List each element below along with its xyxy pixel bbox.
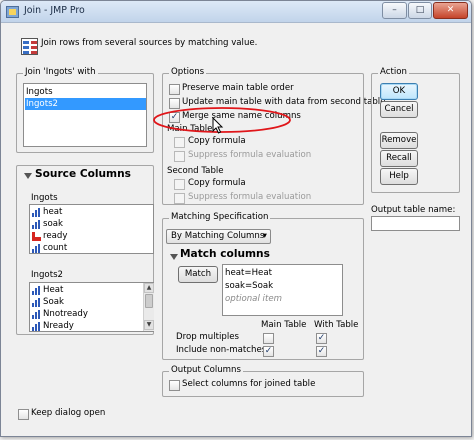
list-item[interactable]: Nnotready: [43, 308, 88, 320]
ok-button[interactable]: OK: [380, 83, 418, 100]
second-suppress-formula-checkbox[interactable]: [174, 193, 185, 204]
output-columns-label: Output Columns: [169, 365, 243, 375]
match-button[interactable]: Match: [178, 266, 218, 283]
main-copy-formula-checkbox[interactable]: [174, 137, 185, 148]
output-table-name-label: Output table name:: [371, 205, 456, 215]
select-columns-label: Select columns for joined table: [182, 379, 316, 389]
list-item[interactable]: count: [43, 242, 67, 254]
maximize-button[interactable]: □: [408, 2, 432, 19]
second-suppress-formula-label: Suppress formula evaluation: [188, 192, 312, 202]
include-non-matches-label: Include non-matches: [176, 345, 267, 355]
match-columns-title: Match columns: [180, 248, 270, 260]
with-table-column-header: With Table: [314, 320, 359, 330]
join-with-list[interactable]: Ingots Ingots2: [23, 83, 147, 147]
continuous-column-icon: [32, 244, 41, 253]
collapse-triangle-icon[interactable]: [24, 173, 32, 179]
list-item[interactable]: heat=Heat: [225, 267, 272, 279]
list-item-selected[interactable]: Ingots2: [25, 98, 146, 110]
list-item[interactable]: soak: [43, 218, 63, 230]
second-copy-formula-checkbox[interactable]: [174, 179, 185, 190]
minimize-button[interactable]: –: [382, 2, 407, 19]
table2-name: Ingots2: [31, 270, 64, 280]
main-copy-formula-label: Copy formula: [188, 136, 246, 146]
include-non-matches-with-checkbox[interactable]: ✓: [316, 346, 327, 357]
mouse-cursor-icon: [212, 117, 224, 134]
source-columns-group: Source Columns Ingots heat soak ready co…: [16, 165, 154, 335]
action-group: Action OK Cancel Remove Recall Help: [371, 67, 460, 193]
main-suppress-formula-checkbox[interactable]: [174, 151, 185, 162]
scroll-thumb[interactable]: [145, 294, 153, 308]
select-columns-checkbox[interactable]: [169, 380, 180, 391]
cancel-button[interactable]: Cancel: [380, 101, 418, 118]
drop-multiples-label: Drop multiples: [176, 332, 239, 342]
title-bar[interactable]: Join - JMP Pro – □ ✕: [1, 1, 471, 23]
list-item[interactable]: soak=Soak: [225, 280, 273, 292]
continuous-column-icon: [32, 298, 41, 307]
matching-method-dropdown[interactable]: By Matching Columns ▾: [166, 229, 271, 244]
source-columns-title: Source Columns: [35, 168, 131, 180]
join-with-label: Join 'Ingots' with: [23, 67, 98, 77]
continuous-column-icon: [32, 286, 41, 295]
output-columns-group: Output Columns Select columns for joined…: [162, 365, 364, 397]
continuous-column-icon: [32, 310, 41, 319]
recall-button[interactable]: Recall: [380, 150, 418, 167]
keep-dialog-open-label: Keep dialog open: [31, 408, 106, 418]
main-suppress-formula-label: Suppress formula evaluation: [188, 150, 312, 160]
main-table-column-header: Main Table: [261, 320, 307, 330]
table2-columns-list[interactable]: Heat Soak Nnotready Nready ▲ ▼: [29, 282, 154, 332]
list-item[interactable]: Heat: [43, 284, 63, 296]
jmp-app-icon: [6, 6, 19, 18]
table2-scrollbar[interactable]: ▲ ▼: [143, 283, 154, 331]
continuous-column-icon: [32, 220, 41, 229]
output-table-name-input[interactable]: [371, 216, 460, 231]
preserve-main-order-label: Preserve main table order: [182, 83, 294, 93]
remove-button[interactable]: Remove: [380, 132, 418, 149]
list-item[interactable]: ready: [43, 230, 67, 242]
preserve-main-order-checkbox[interactable]: [169, 84, 180, 95]
collapse-triangle-icon[interactable]: [170, 254, 178, 260]
dialog-description: Join rows from several sources by matchi…: [41, 38, 258, 48]
list-item[interactable]: Soak: [43, 296, 64, 308]
optional-item-placeholder: optional item: [225, 294, 282, 304]
nominal-column-icon: [32, 232, 41, 241]
window-title: Join - JMP Pro: [24, 5, 85, 16]
drop-multiples-main-checkbox[interactable]: [263, 333, 274, 344]
scroll-down-arrow-icon[interactable]: ▼: [144, 320, 154, 330]
list-item[interactable]: Ingots: [26, 86, 53, 98]
options-group: Options Preserve main table order Update…: [162, 67, 386, 205]
scroll-up-arrow-icon[interactable]: ▲: [144, 283, 154, 293]
action-label: Action: [378, 67, 409, 77]
include-non-matches-main-checkbox[interactable]: ✓: [263, 346, 274, 357]
match-pairs-list[interactable]: heat=Heat soak=Soak optional item: [222, 264, 343, 316]
join-dialog-window: Join - JMP Pro – □ ✕ Join rows from seve…: [0, 0, 472, 437]
continuous-column-icon: [32, 208, 41, 217]
drop-multiples-with-checkbox[interactable]: ✓: [316, 333, 327, 344]
matching-spec-group: Matching Specification By Matching Colum…: [162, 212, 364, 360]
matching-spec-label: Matching Specification: [169, 212, 271, 222]
list-item[interactable]: Nready: [43, 320, 74, 332]
second-copy-formula-label: Copy formula: [188, 178, 246, 188]
matching-method-value: By Matching Columns: [171, 231, 265, 241]
table1-name: Ingots: [31, 193, 58, 203]
join-with-group: Join 'Ingots' with Ingots Ingots2: [16, 67, 154, 153]
table1-columns-list[interactable]: heat soak ready count: [29, 204, 154, 254]
second-table-section-label: Second Table: [167, 166, 224, 176]
options-label: Options: [169, 67, 207, 77]
join-icon: [21, 38, 38, 55]
list-item[interactable]: heat: [43, 206, 62, 218]
help-button[interactable]: Help: [380, 168, 418, 185]
close-window-button[interactable]: ✕: [433, 2, 468, 19]
chevron-down-icon: ▾: [262, 231, 267, 241]
continuous-column-icon: [32, 322, 41, 331]
keep-dialog-open-checkbox[interactable]: [18, 409, 29, 420]
